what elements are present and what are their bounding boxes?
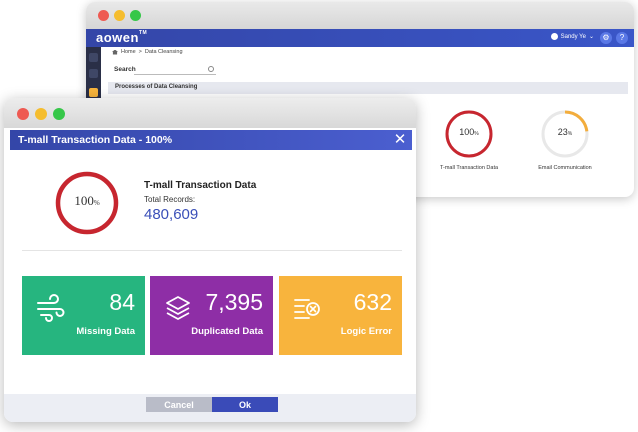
wind-icon [37,294,65,322]
stat-tile-missing-data[interactable]: 84 Missing Data [22,276,145,355]
process-card-email[interactable]: 23% Email Communication [525,109,605,171]
stat-tile-logic-error[interactable]: 632 Logic Error [279,276,402,355]
sidebar-item-menu[interactable] [89,53,98,62]
dialog-title: T-mall Transaction Data - 100% [18,134,173,146]
chevron-down-icon: ⌄ [588,34,594,40]
close-window-dot[interactable] [98,10,109,21]
window-titlebar [4,98,416,128]
user-name: Sandy Ye [560,33,586,40]
stat-value: 7,395 [205,289,263,315]
section-title: Processes of Data Cleansing [115,84,198,90]
progress-percent: 23% [557,127,573,137]
total-records-label: Total Records: [144,195,196,204]
progress-ring: 100% [444,109,494,159]
error-list-icon [294,299,320,319]
total-records-value: 480,609 [144,206,199,223]
brand-logo[interactable]: aowenTM [96,30,147,45]
ok-button[interactable]: Ok [212,397,278,412]
minimize-window-dot[interactable] [35,108,47,120]
progress-ring: 23% [540,109,590,159]
help-icon[interactable]: ? [616,32,628,44]
brand-name: aowen [96,30,139,45]
user-menu[interactable]: Sandy Ye ⌄ [550,33,594,40]
section-header: Processes of Data Cleansing [108,82,628,94]
home-icon [112,49,118,55]
breadcrumb-current: Data Cleansing [144,49,183,55]
search-icon[interactable] [208,66,214,72]
stat-tile-duplicated-data[interactable]: 7,395 Duplicated Data [150,276,273,355]
stat-label: Logic Error [340,326,392,337]
brand-trademark: TM [138,30,148,36]
maximize-window-dot[interactable] [130,10,141,21]
divider [22,250,402,251]
sidebar-item-search[interactable] [89,69,98,78]
progress-percent: 100% [459,127,479,137]
dataset-name: T-mall Transaction Data [144,180,257,191]
breadcrumb-separator: > [138,49,142,55]
progress-percent: 100% [74,193,100,208]
app-header: aowenTM Sandy Ye ⌄ ⚙ ? [86,29,634,47]
search-input[interactable] [134,65,216,75]
layers-icon [166,296,190,320]
card-label: T-mall Transaction Data [439,165,499,171]
close-icon[interactable]: ✕ [392,131,408,148]
cancel-button[interactable]: Cancel [146,397,212,412]
breadcrumb-home[interactable]: Home [121,49,136,55]
maximize-window-dot[interactable] [53,108,65,120]
minimize-window-dot[interactable] [114,10,125,21]
gear-icon[interactable]: ⚙ [600,32,612,44]
progress-ring: 100% [54,170,120,236]
search-label: Search [114,66,136,73]
stat-value: 84 [109,289,135,315]
breadcrumb: Home > Data Cleansing [112,49,183,55]
dialog-header: T-mall Transaction Data - 100% ✕ [10,130,412,150]
user-icon [550,33,558,40]
close-window-dot[interactable] [17,108,29,120]
stat-value: 632 [353,289,392,315]
process-card-tmall[interactable]: 100% T-mall Transaction Data [429,109,509,171]
dialog-footer: Cancel Ok [4,394,416,422]
card-label: Email Communication [538,165,592,171]
stat-label: Duplicated Data [191,326,263,337]
sidebar-item-active[interactable] [89,88,98,97]
dialog-window: T-mall Transaction Data - 100% ✕ 100% T-… [4,98,416,422]
stat-label: Missing Data [76,326,135,337]
window-titlebar [86,2,634,29]
